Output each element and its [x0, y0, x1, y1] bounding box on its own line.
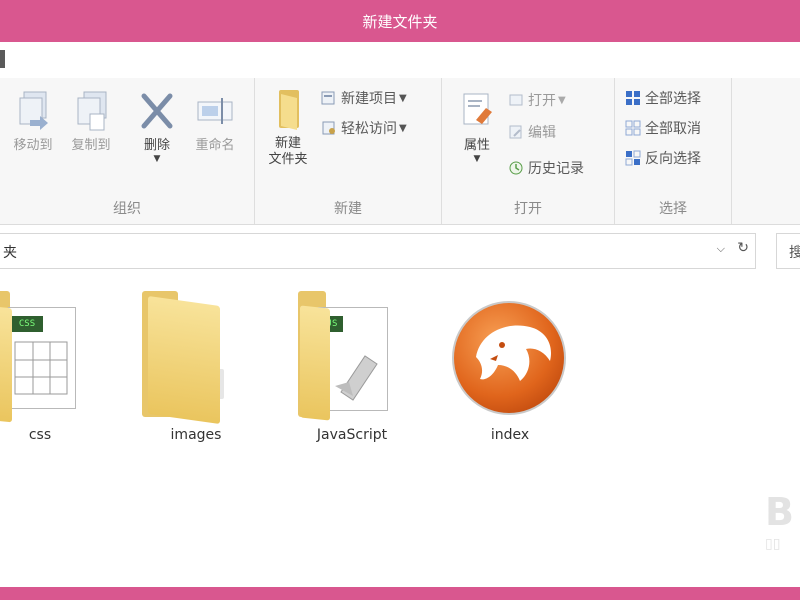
open-dropdown-icon[interactable]: ▼: [558, 95, 566, 106]
move-to-icon: [12, 90, 54, 134]
new-group: 新建 文件夹 新建项目 ▼ 轻松访问 ▼ 新建: [255, 78, 442, 224]
new-group-label: 新建: [334, 201, 362, 217]
move-to-button[interactable]: 移动到: [4, 90, 62, 154]
invert-selection-icon: [625, 150, 641, 166]
file-list: CSS css images JS JavaScript index: [0, 277, 800, 587]
copy-to-button[interactable]: 复制到: [62, 90, 120, 154]
easy-access-dropdown-icon[interactable]: ▼: [399, 123, 407, 134]
new-item-button[interactable]: 新建项目 ▼: [321, 88, 407, 112]
history-button[interactable]: 历史记录: [508, 158, 584, 182]
search-box[interactable]: 搜: [776, 233, 800, 269]
rename-button[interactable]: 重命名: [186, 90, 244, 154]
window-title: 新建文件夹: [362, 13, 438, 31]
address-path: 夹: [3, 245, 17, 261]
ribbon: 移动到 复制到 删除 ▼ 重命名 组织 新建 文件夹 新建项目 ▼ 轻松访问 ▼…: [0, 78, 800, 225]
new-item-dropdown-icon[interactable]: ▼: [399, 93, 407, 104]
organize-group-label: 组织: [113, 201, 141, 217]
select-none-icon: [625, 120, 641, 136]
menu-bar: [0, 42, 800, 79]
open-button[interactable]: 打开 ▼: [508, 90, 566, 114]
new-item-icon: [321, 90, 337, 106]
select-none-button[interactable]: 全部取消: [625, 118, 701, 142]
search-placeholder: 搜: [789, 245, 800, 261]
select-group-label: 选择: [659, 201, 687, 217]
properties-icon: [456, 90, 498, 134]
refresh-icon[interactable]: ↻: [737, 240, 749, 256]
invert-selection-button[interactable]: 反向选择: [625, 148, 701, 172]
new-folder-button[interactable]: 新建 文件夹: [259, 88, 317, 168]
history-icon: [508, 160, 524, 176]
edit-icon: [508, 124, 524, 140]
file-tab-stub[interactable]: [0, 50, 5, 68]
open-icon: [508, 92, 524, 108]
open-group: 属性 ▼ 打开 ▼ 编辑 历史记录 打开: [442, 78, 615, 224]
select-all-icon: [625, 90, 641, 106]
delete-x-icon: [136, 90, 178, 134]
file-name: JavaScript: [316, 427, 388, 443]
easy-access-icon: [321, 120, 337, 136]
delete-button[interactable]: 删除 ▼: [128, 90, 186, 164]
rename-icon: [194, 90, 236, 134]
file-name: index: [490, 427, 530, 443]
address-bar[interactable]: 夹 ⌵ ↻: [0, 233, 756, 269]
file-name: images: [170, 427, 222, 443]
watermark-logo: B: [765, 490, 794, 534]
title-bar: 新建文件夹: [0, 0, 800, 42]
copy-to-icon: [70, 90, 112, 134]
easy-access-button[interactable]: 轻松访问 ▼: [321, 118, 407, 142]
delete-dropdown-icon[interactable]: ▼: [128, 154, 186, 164]
properties-button[interactable]: 属性 ▼: [448, 90, 506, 164]
watermark-mark: ▯▯: [765, 536, 781, 552]
edit-button[interactable]: 编辑: [508, 122, 556, 146]
open-group-label: 打开: [514, 201, 542, 217]
new-folder-icon: [267, 88, 309, 132]
chevron-down-icon[interactable]: ⌵: [717, 242, 725, 256]
bottom-bar: [0, 587, 800, 600]
properties-dropdown-icon[interactable]: ▼: [448, 154, 506, 164]
select-group: 全部选择 全部取消 反向选择 选择: [615, 78, 732, 224]
organize-group: 移动到 复制到 删除 ▼ 重命名 组织: [0, 78, 255, 224]
address-area: 夹 ⌵ ↻ 搜: [0, 225, 800, 277]
select-all-button[interactable]: 全部选择: [625, 88, 701, 112]
browser-cheetah-icon: [450, 299, 568, 417]
file-name: css: [28, 427, 52, 443]
